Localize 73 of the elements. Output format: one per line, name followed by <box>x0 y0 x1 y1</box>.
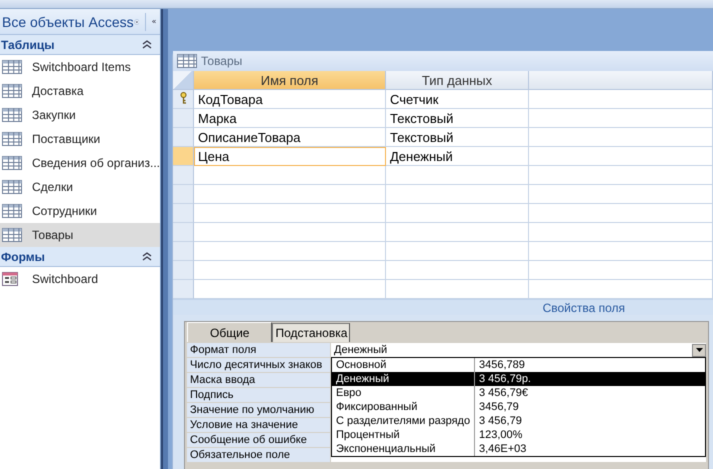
item-label: Товары <box>32 228 74 242</box>
table-cell[interactable]: Текстовый <box>386 109 529 128</box>
empty-cell[interactable] <box>529 109 713 128</box>
pane-splitter[interactable] <box>161 9 168 469</box>
empty-cell[interactable] <box>529 147 713 166</box>
table-icon <box>177 54 197 68</box>
option-name[interactable]: Денежный <box>332 372 475 386</box>
item-label: Закупки <box>32 108 76 122</box>
collapse-icon[interactable] <box>142 252 152 261</box>
navigation-item[interactable]: Сведения об организ... <box>0 151 160 175</box>
empty-cell[interactable] <box>386 204 529 223</box>
navigation-item[interactable]: Закупки <box>0 103 160 127</box>
item-label: Switchboard Items <box>32 60 131 74</box>
empty-cell[interactable] <box>529 166 713 185</box>
column-header: Имя поля <box>194 71 386 90</box>
property-label: Условие на значение <box>187 418 330 432</box>
item-label: Сделки <box>32 180 73 194</box>
group-header[interactable]: Таблицы <box>0 35 160 55</box>
empty-cell[interactable] <box>529 128 713 147</box>
collapse-pane-icon[interactable] <box>152 17 156 26</box>
empty-cell[interactable] <box>529 185 713 204</box>
property-label: Обязательное поле <box>187 448 330 462</box>
caret-icon[interactable] <box>696 348 702 352</box>
collapse-icon[interactable] <box>142 40 152 49</box>
property-label: Формат поля <box>187 343 330 357</box>
empty-cell[interactable] <box>529 90 713 109</box>
option-sample[interactable]: 3 456,79р. <box>475 372 705 386</box>
property-label: Сообщение об ошибке <box>187 433 330 447</box>
empty-cell[interactable] <box>529 204 713 223</box>
navigation-item[interactable]: Switchboard <box>0 267 160 291</box>
table-cell[interactable]: Марка <box>194 109 386 128</box>
table-cell[interactable]: Денежный <box>386 147 529 166</box>
group-title: Формы <box>1 250 45 264</box>
section-caption: Свойства поля <box>542 300 625 314</box>
property-label: Значение по умолчанию <box>187 403 330 417</box>
table-cell[interactable]: Счетчик <box>386 90 529 109</box>
navigation-item[interactable]: Поставщики <box>0 127 160 151</box>
navigation-item[interactable]: Доставка <box>0 79 160 103</box>
empty-cell[interactable] <box>529 242 713 261</box>
table-cell[interactable]: ОписаниеТовара <box>194 128 386 147</box>
property-label: Маска ввода <box>187 373 330 387</box>
item-label: Сведения об организ... <box>32 156 160 170</box>
column-header: Тип данных <box>386 71 529 90</box>
navigation-item[interactable]: Товары <box>0 223 160 247</box>
navigation-pane-title: Все объекты Access <box>1 14 134 30</box>
navigation-item[interactable]: Switchboard Items <box>0 55 160 79</box>
empty-cell[interactable] <box>386 166 529 185</box>
empty-cell[interactable] <box>386 261 529 280</box>
navigation-item[interactable]: Сотрудники <box>0 199 160 223</box>
empty-cell[interactable] <box>529 261 713 280</box>
property-label: Число десятичных знаков <box>187 358 330 372</box>
empty-cell[interactable] <box>386 223 529 242</box>
item-label: Switchboard <box>32 272 98 286</box>
format-dropdown[interactable]: Денежный <box>331 343 706 357</box>
table-cell[interactable]: Текстовый <box>386 128 529 147</box>
key-icon <box>180 92 186 104</box>
table-icon <box>2 228 22 242</box>
table-cell[interactable]: Цена <box>194 147 386 166</box>
document-title: Товары <box>201 54 242 68</box>
item-label: Доставка <box>32 84 84 98</box>
table-cell[interactable]: КодТовара <box>194 90 386 109</box>
item-label: Сотрудники <box>32 204 97 218</box>
empty-cell[interactable] <box>529 223 713 242</box>
group-header[interactable]: Формы <box>0 247 160 267</box>
tab[interactable]: Общие <box>187 322 272 342</box>
empty-cell[interactable] <box>386 242 529 261</box>
group-title: Таблицы <box>1 38 54 52</box>
empty-cell[interactable] <box>386 185 529 204</box>
item-label: Поставщики <box>32 132 100 146</box>
row-selector[interactable] <box>173 90 194 109</box>
tab[interactable]: Подстановка <box>272 323 350 342</box>
property-label: Подпись <box>187 388 330 402</box>
navigation-item[interactable]: Сделки <box>0 175 160 199</box>
